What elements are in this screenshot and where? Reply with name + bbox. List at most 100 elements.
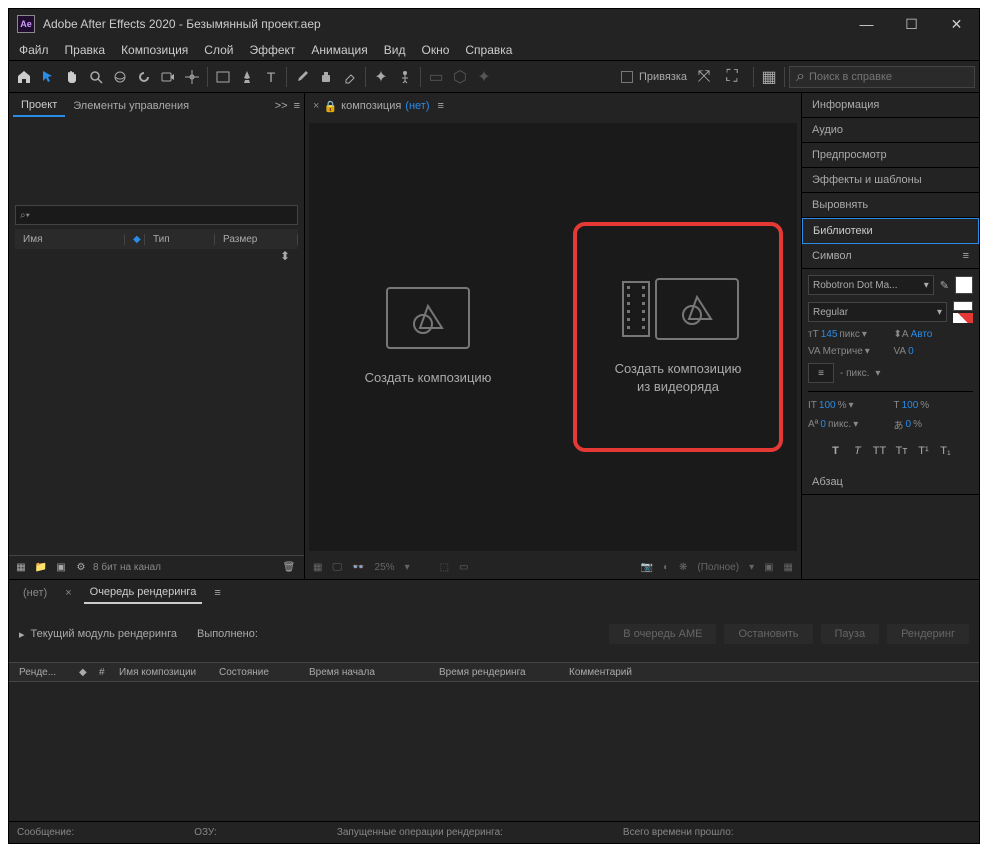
col-name[interactable]: Имя	[15, 234, 125, 245]
col-label[interactable]: ◆	[69, 667, 89, 678]
mask-icon[interactable]: 👓	[352, 562, 364, 573]
close-tab-icon[interactable]: ×	[313, 100, 319, 112]
menu-view[interactable]: Вид	[376, 41, 414, 59]
col-comment[interactable]: Комментарий	[559, 667, 979, 678]
workspace-icon[interactable]: ▦	[758, 66, 780, 88]
snap-options-icon[interactable]: ⛶	[721, 66, 743, 88]
clone-tool[interactable]	[315, 66, 337, 88]
menu-composition[interactable]: Композиция	[113, 41, 196, 59]
menu-help[interactable]: Справка	[457, 41, 520, 59]
tab-project[interactable]: Проект	[13, 95, 65, 117]
tracking-value[interactable]: 0	[908, 346, 914, 357]
leading-value[interactable]: Авто	[911, 329, 933, 340]
menu-effect[interactable]: Эффект	[241, 41, 303, 59]
display-icon[interactable]: 🖵	[332, 562, 342, 573]
fill-color[interactable]	[955, 276, 973, 294]
stop-button[interactable]: Остановить	[724, 624, 812, 644]
italic-button[interactable]: T	[849, 442, 867, 460]
font-family-select[interactable]: Robotron Dot Ma...▾	[808, 275, 934, 295]
camera-tool[interactable]	[157, 66, 179, 88]
res-icon[interactable]: ⬚	[440, 562, 449, 573]
section-paragraph[interactable]: Абзац	[802, 470, 979, 495]
stroke-style[interactable]: ≡	[808, 363, 834, 383]
queue-ame-button[interactable]: В очередь AME	[609, 624, 716, 644]
section-audio[interactable]: Аудио	[802, 118, 979, 143]
view-icon[interactable]: ▣	[764, 562, 773, 573]
no-fill[interactable]	[953, 313, 973, 323]
null-tool[interactable]: ▭	[425, 66, 447, 88]
allcaps-button[interactable]: TT	[871, 442, 889, 460]
axes-tool[interactable]: ✦	[473, 66, 495, 88]
channel-icon[interactable]: ◐	[663, 562, 669, 573]
puppet-tool[interactable]	[394, 66, 416, 88]
tsume-value[interactable]: 0	[906, 419, 912, 430]
roto-tool[interactable]: ✦	[370, 66, 392, 88]
eyedropper-icon[interactable]: ✎	[940, 279, 949, 292]
search-input[interactable]	[809, 71, 968, 83]
maximize-button[interactable]: ☐	[889, 9, 934, 39]
queue-menu-icon[interactable]: ≡	[214, 587, 220, 599]
menu-animation[interactable]: Анимация	[303, 41, 375, 59]
project-filter[interactable]: ⌕▾	[15, 205, 298, 225]
settings-icon[interactable]: ⚙	[73, 557, 89, 579]
roi-icon[interactable]: ▭	[459, 562, 468, 573]
bpc-label[interactable]: 8 бит на канал	[93, 562, 161, 573]
interpret-icon[interactable]: ▦	[13, 557, 29, 579]
grid-icon[interactable]: ▦	[313, 562, 322, 573]
section-libraries[interactable]: Библиотеки	[802, 218, 979, 244]
expand-icon[interactable]: ▸	[19, 628, 25, 641]
col-size[interactable]: Размер	[215, 234, 298, 245]
section-effects[interactable]: Эффекты и шаблоны	[802, 168, 979, 193]
tab-controls[interactable]: Элементы управления	[65, 96, 197, 116]
tab-more[interactable]: >>	[275, 100, 288, 112]
col-state[interactable]: Состояние	[209, 667, 299, 678]
minimize-button[interactable]: —	[844, 9, 889, 39]
font-style-select[interactable]: Regular▾	[808, 302, 947, 322]
comp-menu-icon[interactable]: ≡	[438, 100, 444, 112]
close-button[interactable]: ✕	[934, 9, 979, 39]
trash-icon[interactable]: 🗑	[278, 557, 300, 579]
orbit-tool[interactable]	[109, 66, 131, 88]
folder-icon[interactable]: 📁	[33, 557, 49, 579]
rectangle-tool[interactable]	[212, 66, 234, 88]
snap-checkbox[interactable]	[621, 71, 633, 83]
stroke-width[interactable]: - пикс.	[840, 368, 869, 379]
col-label-icon[interactable]: ◆	[125, 234, 145, 245]
resolution-label[interactable]: (Полное)	[697, 562, 739, 573]
font-size[interactable]: 145	[821, 329, 838, 340]
rotate-tool[interactable]	[133, 66, 155, 88]
pen-tool[interactable]	[236, 66, 258, 88]
snapshot-icon[interactable]: 📷	[641, 562, 653, 573]
create-from-footage[interactable]: Создать композицию из видеоряда	[573, 222, 783, 452]
comp-icon[interactable]: ▣	[53, 557, 69, 579]
pause-button[interactable]: Пауза	[821, 624, 880, 644]
col-render[interactable]: Ренде...	[9, 667, 69, 678]
zoom-value[interactable]: 25%	[375, 562, 395, 573]
subscript-button[interactable]: T₁	[937, 442, 955, 460]
brush-tool[interactable]	[291, 66, 313, 88]
char-menu-icon[interactable]: ≡	[963, 250, 969, 262]
section-preview[interactable]: Предпросмотр	[802, 143, 979, 168]
hand-tool[interactable]	[61, 66, 83, 88]
selection-tool[interactable]	[37, 66, 59, 88]
menu-layer[interactable]: Слой	[196, 41, 241, 59]
anchor-tool[interactable]	[181, 66, 203, 88]
3d-tool[interactable]: ⬡	[449, 66, 471, 88]
snap-icon[interactable]: ⤧	[693, 66, 715, 88]
col-comp-name[interactable]: Имя композиции	[109, 667, 209, 678]
eraser-tool[interactable]	[339, 66, 361, 88]
col-type[interactable]: Тип	[145, 234, 215, 245]
menu-edit[interactable]: Правка	[57, 41, 114, 59]
superscript-button[interactable]: T¹	[915, 442, 933, 460]
section-align[interactable]: Выровнять	[802, 193, 979, 218]
smallcaps-button[interactable]: Tᴛ	[893, 442, 911, 460]
col-start[interactable]: Время начала	[299, 667, 429, 678]
kerning-value[interactable]: Метриче	[823, 346, 863, 357]
tab-timeline-none[interactable]: (нет)	[17, 583, 53, 603]
home-tool[interactable]	[13, 66, 35, 88]
zoom-tool[interactable]	[85, 66, 107, 88]
color-mgmt-icon[interactable]: ❋	[679, 562, 687, 573]
baseline-value[interactable]: 0	[820, 419, 826, 430]
section-character[interactable]: Символ ≡	[802, 244, 979, 269]
panel-menu-icon[interactable]: ≡	[294, 100, 300, 112]
